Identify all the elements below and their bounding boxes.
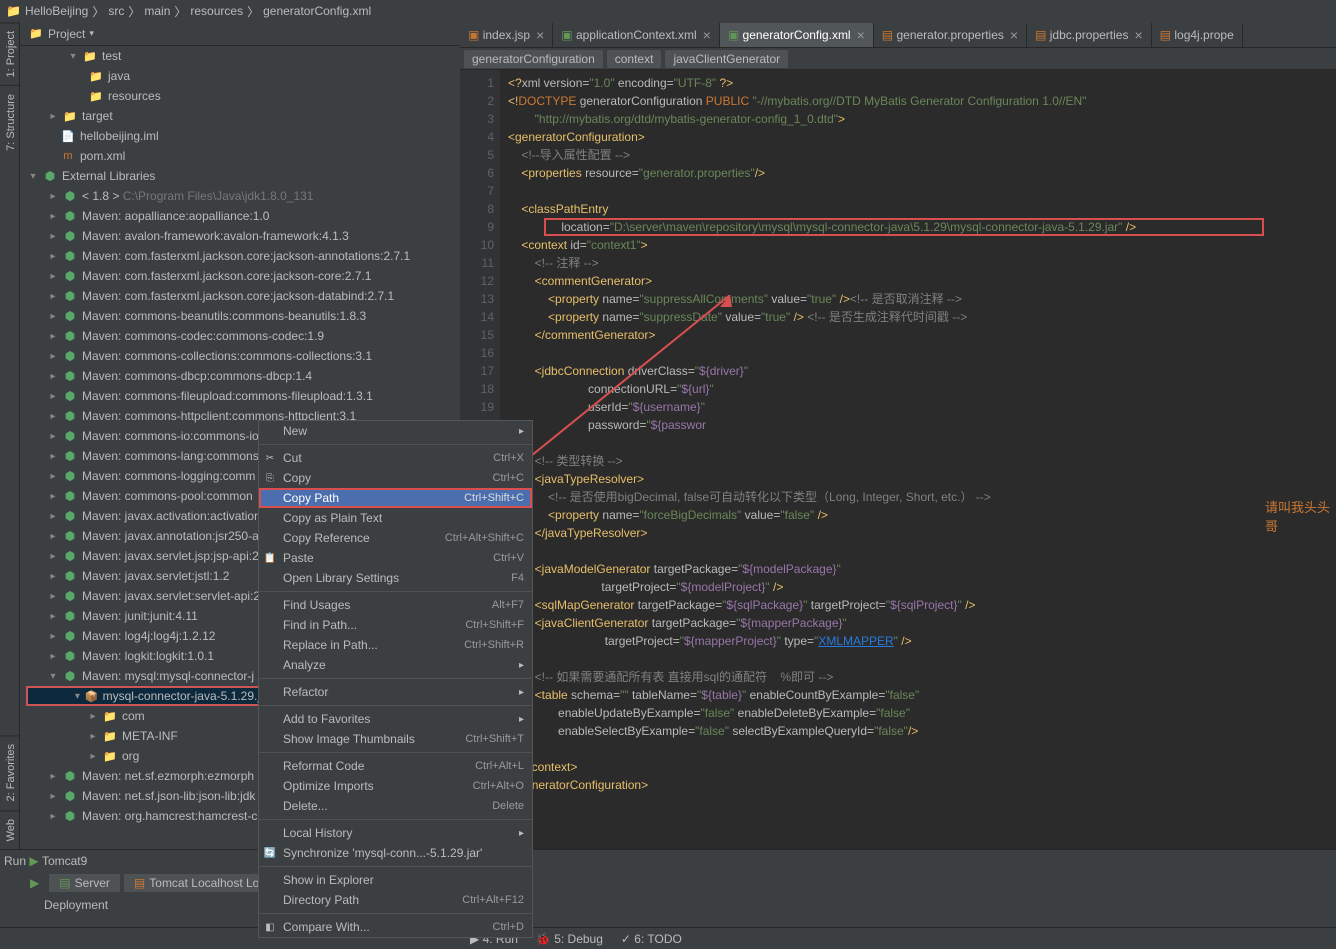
menu-opt-imports[interactable]: Optimize ImportsCtrl+Alt+O: [259, 776, 532, 796]
folder-icon: 📁: [6, 4, 21, 18]
menu-replace-in-path[interactable]: Replace in Path...Ctrl+Shift+R: [259, 635, 532, 655]
tab-tomcat-log[interactable]: ▤Tomcat Localhost Log: [124, 874, 276, 892]
project-icon: 📁: [28, 26, 44, 42]
close-icon[interactable]: ×: [703, 27, 711, 43]
code-content[interactable]: 请叫我头头哥 <?xml version="1.0" encoding="UTF…: [500, 70, 1336, 849]
tab-server[interactable]: ▤Server: [49, 874, 120, 892]
menu-find-in-path[interactable]: Find in Path...Ctrl+Shift+F: [259, 615, 532, 635]
cut-icon: ✂: [263, 451, 277, 465]
watermark: 请叫我头头哥: [1265, 497, 1336, 535]
menu-find-usages[interactable]: Find UsagesAlt+F7: [259, 595, 532, 615]
menu-refactor[interactable]: Refactor▸: [259, 682, 532, 702]
tree-item[interactable]: 📄hellobeijing.iml: [20, 126, 460, 146]
tree-item[interactable]: ▸⬢Maven: commons-beanutils:commons-beanu…: [20, 306, 460, 326]
close-icon[interactable]: ×: [1134, 27, 1142, 43]
tab-genprops[interactable]: ▤ generator.properties×: [874, 23, 1027, 47]
tree-item[interactable]: ▸⬢< 1.8 > C:\Program Files\Java\jdk1.8.0…: [20, 186, 460, 206]
menu-analyze[interactable]: Analyze▸: [259, 655, 532, 675]
tree-item[interactable]: mpom.xml: [20, 146, 460, 166]
menu-synchronize[interactable]: 🔄Synchronize 'mysql-conn...-5.1.29.jar': [259, 843, 532, 863]
editor-area: ▣ index.jsp× ▣ applicationContext.xml× ▣…: [460, 22, 1336, 849]
menu-cut[interactable]: ✂CutCtrl+X: [259, 448, 532, 468]
menu-reformat[interactable]: Reformat CodeCtrl+Alt+L: [259, 756, 532, 776]
tree-item[interactable]: ▸📁target: [20, 106, 460, 126]
menu-copy-plain[interactable]: Copy as Plain Text: [259, 508, 532, 528]
deployment-label[interactable]: Deployment: [0, 894, 1336, 916]
editor-breadcrumb: generatorConfiguration context javaClien…: [460, 48, 1336, 70]
menu-add-favorites[interactable]: Add to Favorites▸: [259, 709, 532, 729]
menu-copy-path[interactable]: Copy PathCtrl+Shift+C: [259, 488, 532, 508]
tree-item-mysql-jar[interactable]: ▾📦mysql-connector-java-5.1.29.j: [26, 686, 260, 706]
tree-item[interactable]: ▸⬢Maven: com.fasterxml.jackson.core:jack…: [20, 286, 460, 306]
context-menu: New▸ ✂CutCtrl+X ⎘CopyCtrl+C Copy PathCtr…: [258, 420, 533, 938]
close-icon[interactable]: ×: [857, 27, 865, 43]
menu-new[interactable]: New▸: [259, 421, 532, 441]
tree-item[interactable]: ▸⬢Maven: aopalliance:aopalliance:1.0: [20, 206, 460, 226]
rail-web[interactable]: Web: [0, 810, 19, 849]
tree-item[interactable]: ▸⬢Maven: commons-codec:commons-codec:1.9: [20, 326, 460, 346]
editor-tabs: ▣ index.jsp× ▣ applicationContext.xml× ▣…: [460, 22, 1336, 48]
menu-paste[interactable]: 📋PasteCtrl+V: [259, 548, 532, 568]
tab-appcontext[interactable]: ▣ applicationContext.xml×: [553, 23, 720, 47]
copy-icon: ⎘: [263, 471, 277, 485]
tree-item[interactable]: ▸⬢Maven: commons-fileupload:commons-file…: [20, 386, 460, 406]
tree-item-external-libs[interactable]: ▾⬢External Libraries: [20, 166, 460, 186]
menu-show-thumbs[interactable]: Show Image ThumbnailsCtrl+Shift+T: [259, 729, 532, 749]
menu-local-history[interactable]: Local History▸: [259, 823, 532, 843]
menu-compare[interactable]: ◧Compare With...Ctrl+D: [259, 917, 532, 937]
tab-log4j[interactable]: ▤ log4j.prope: [1152, 23, 1243, 47]
menu-dir-path[interactable]: Directory PathCtrl+Alt+F12: [259, 890, 532, 910]
rail-structure[interactable]: 7: Structure: [0, 85, 19, 159]
close-icon[interactable]: ×: [1010, 27, 1018, 43]
breadcrumb-bar: 📁 HelloBeijing〉 src〉 main〉 resources〉 ge…: [0, 0, 1336, 22]
menu-delete[interactable]: Delete...Delete: [259, 796, 532, 816]
tab-index[interactable]: ▣ index.jsp×: [460, 23, 553, 47]
sync-icon: 🔄: [263, 846, 277, 860]
menu-copy-ref[interactable]: Copy ReferenceCtrl+Alt+Shift+C: [259, 528, 532, 548]
status-bar: ▶ 4: Run 🐞 5: Debug ✓ 6: TODO: [0, 927, 1336, 949]
tree-item[interactable]: ▸⬢Maven: com.fasterxml.jackson.core:jack…: [20, 246, 460, 266]
paste-icon: 📋: [263, 551, 277, 565]
menu-open-lib-settings[interactable]: Open Library SettingsF4: [259, 568, 532, 588]
tab-generatorconfig[interactable]: ▣ generatorConfig.xml×: [720, 23, 874, 47]
rail-favorites[interactable]: 2: Favorites: [0, 735, 19, 809]
tree-item[interactable]: 📁java: [20, 66, 460, 86]
menu-copy[interactable]: ⎘CopyCtrl+C: [259, 468, 532, 488]
code-editor[interactable]: 12345678910111213141516171819 请叫我头头哥 <?x…: [460, 70, 1336, 849]
tree-item[interactable]: ▸⬢Maven: avalon-framework:avalon-framewo…: [20, 226, 460, 246]
tree-item[interactable]: 📁resources: [20, 86, 460, 106]
tree-item[interactable]: ▾📁test: [20, 46, 460, 66]
tree-item[interactable]: ▸⬢Maven: commons-collections:commons-col…: [20, 346, 460, 366]
bottom-panel: Run ▶ Tomcat9 ▶ ▤Server ▤Tomcat Localhos…: [0, 849, 1336, 927]
close-icon[interactable]: ×: [536, 27, 544, 43]
panel-title: Project: [48, 27, 85, 41]
run-button[interactable]: ▶: [24, 874, 45, 892]
tree-item[interactable]: ▸⬢Maven: commons-dbcp:commons-dbcp:1.4: [20, 366, 460, 386]
tab-jdbc[interactable]: ▤ jdbc.properties×: [1027, 23, 1152, 47]
left-tool-rail: 1: Project 7: Structure 2: Favorites Web: [0, 22, 20, 849]
menu-show-explorer[interactable]: Show in Explorer: [259, 870, 532, 890]
tree-item[interactable]: ▸⬢Maven: com.fasterxml.jackson.core:jack…: [20, 266, 460, 286]
compare-icon: ◧: [263, 920, 277, 934]
rail-project[interactable]: 1: Project: [0, 22, 19, 85]
